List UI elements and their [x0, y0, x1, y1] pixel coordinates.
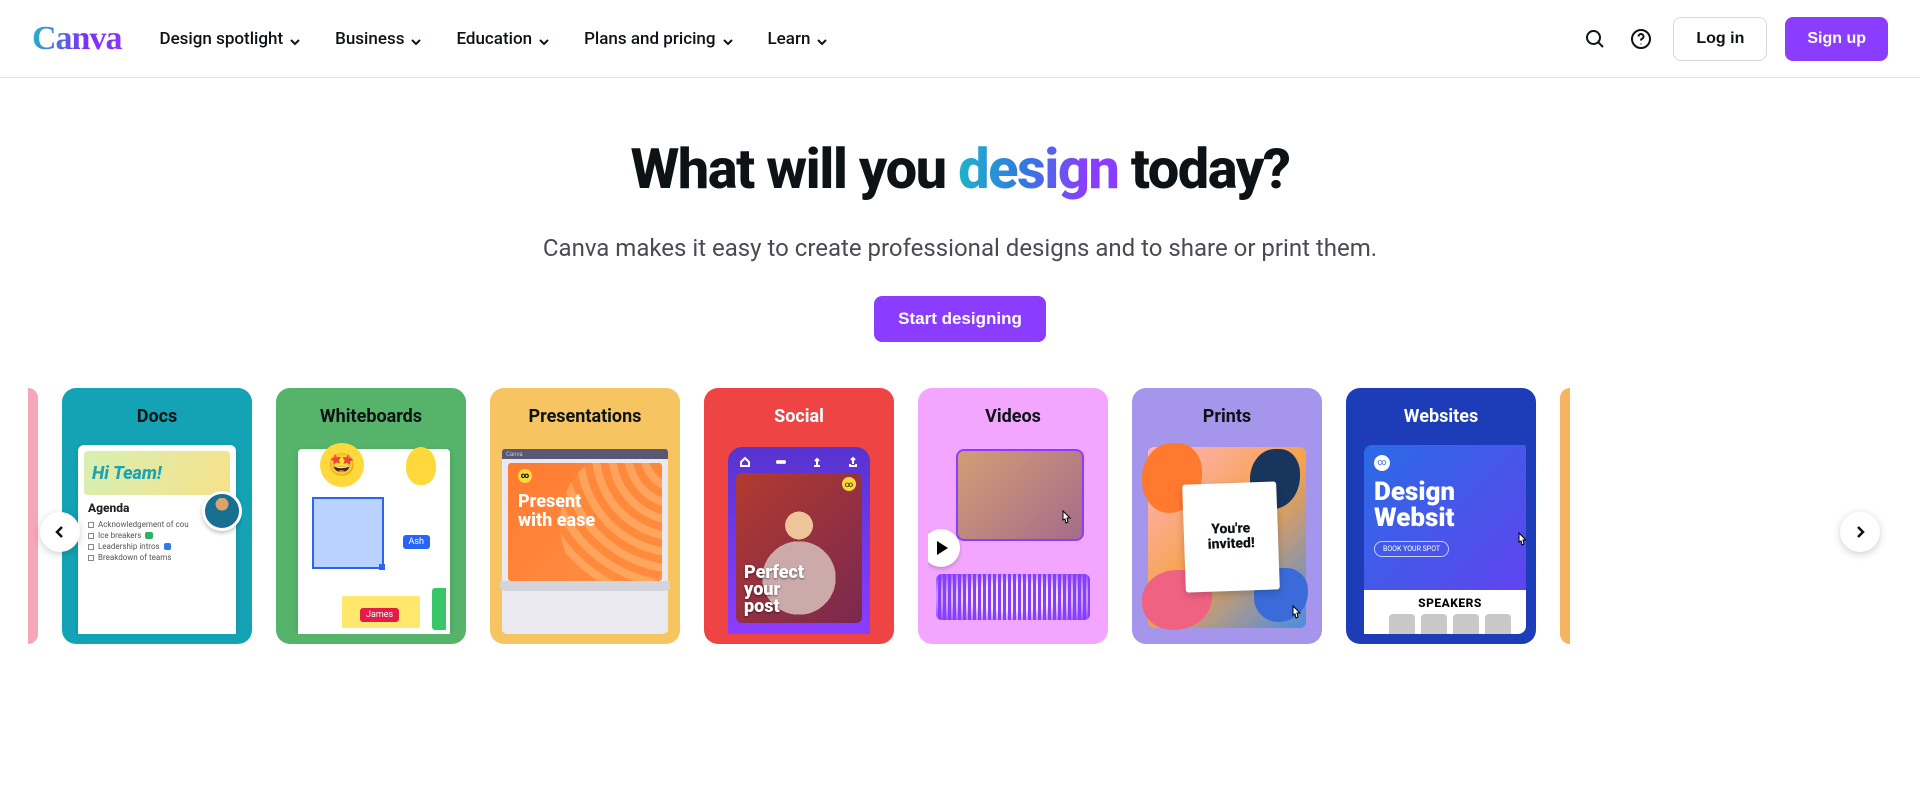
list-item: Leadership intros [98, 542, 160, 551]
video-thumbnail [956, 449, 1084, 541]
nav-label: Plans and pricing [584, 29, 715, 49]
hero-title-gradient: design [958, 136, 1118, 202]
shape [432, 588, 446, 630]
card-preview: 🤩 Ash James [286, 441, 456, 634]
logo-dot-icon: ∞ [842, 477, 856, 491]
home-icon [738, 455, 752, 469]
app-name: Canva [506, 451, 523, 458]
chevron-down-icon [538, 33, 550, 45]
nav-label: Business [335, 29, 404, 49]
card-preview: You're invited! [1142, 441, 1312, 634]
user-tag: Ash [403, 535, 430, 549]
card-peek-left[interactable] [28, 388, 38, 644]
chevron-down-icon [722, 33, 734, 45]
signup-button[interactable]: Sign up [1785, 17, 1888, 61]
cursor-icon [1512, 531, 1526, 555]
play-icon [928, 529, 960, 567]
nav-learn[interactable]: Learn [768, 29, 829, 49]
list-item: Breakdown of teams [98, 553, 171, 562]
carousel-track[interactable]: Docs Hi Team! Agenda Acknowledgement of … [0, 388, 1920, 684]
lightbulb-icon [406, 447, 436, 485]
hero-title-pre: What will you [630, 136, 958, 202]
chevron-down-icon [289, 33, 301, 45]
upload-icon [810, 455, 824, 469]
user-tag: James [360, 608, 399, 622]
slide-text: with ease [518, 512, 652, 531]
card-preview [928, 441, 1098, 634]
post-text: post [744, 598, 804, 615]
carousel-next-button[interactable] [1840, 512, 1880, 552]
docs-headline: Hi Team! [84, 451, 230, 495]
share-icon [846, 455, 860, 469]
nav-design-spotlight[interactable]: Design spotlight [159, 29, 301, 49]
cursor-icon [1286, 604, 1306, 628]
card-peek-right[interactable] [1560, 388, 1570, 644]
selection-box [312, 497, 384, 569]
logo[interactable]: Canva [32, 20, 131, 58]
card-title: Websites [1404, 406, 1478, 427]
nav-plans-pricing[interactable]: Plans and pricing [584, 29, 733, 49]
more-icon [774, 455, 788, 469]
nav-label: Learn [768, 29, 811, 49]
card-presentations[interactable]: Presentations Canva ∞ Present with ease [490, 388, 680, 644]
header-actions: Log in Sign up [1581, 17, 1888, 61]
card-whiteboards[interactable]: Whiteboards 🤩 Ash James [276, 388, 466, 644]
card-title: Videos [985, 406, 1041, 427]
website-heading: Design [1374, 479, 1526, 505]
search-icon[interactable] [1581, 25, 1609, 53]
login-button[interactable]: Log in [1673, 17, 1767, 61]
website-heading: Websit [1374, 505, 1526, 531]
nav-label: Design spotlight [159, 29, 283, 49]
logo-dot-icon: ∞ [1374, 455, 1390, 471]
pill-button: BOOK YOUR SPOT [1374, 541, 1449, 557]
site-header: Canva Design spotlight Business Educatio… [0, 0, 1920, 78]
card-websites[interactable]: Websites ∞ Design Websit BOOK YOUR SPOT … [1346, 388, 1536, 644]
card-preview: Hi Team! Agenda Acknowledgement of cou I… [72, 441, 242, 634]
card-title: Social [774, 406, 824, 427]
card-title: Prints [1203, 406, 1251, 427]
chevron-down-icon [410, 33, 422, 45]
hero-subtitle: Canva makes it easy to create profession… [20, 234, 1900, 262]
docs-agenda-label: Agenda [88, 501, 226, 515]
emoji-icon: 🤩 [320, 443, 364, 487]
main-nav: Design spotlight Business Education Plan… [159, 29, 828, 49]
audio-waveform [936, 574, 1090, 620]
card-title: Docs [137, 406, 177, 427]
card-title: Whiteboards [320, 406, 422, 427]
nav-education[interactable]: Education [456, 29, 550, 49]
card-preview: ∞ Design Websit BOOK YOUR SPOT SPEAKERS [1356, 441, 1526, 634]
card-videos[interactable]: Videos [918, 388, 1108, 644]
print-text: invited! [1207, 536, 1255, 553]
hero-title: What will you design today? [20, 136, 1900, 202]
carousel-prev-button[interactable] [40, 512, 80, 552]
card-prints[interactable]: Prints You're invited! [1132, 388, 1322, 644]
nav-business[interactable]: Business [335, 29, 422, 49]
list-item: Acknowledgement of cou [98, 520, 189, 529]
card-docs[interactable]: Docs Hi Team! Agenda Acknowledgement of … [62, 388, 252, 644]
speakers-label: SPEAKERS [1374, 596, 1526, 610]
cursor-icon [1056, 509, 1076, 533]
card-title: Presentations [529, 406, 642, 427]
chevron-down-icon [816, 33, 828, 45]
nav-label: Education [456, 29, 532, 49]
help-icon[interactable] [1627, 25, 1655, 53]
logo-dot-icon: ∞ [518, 469, 532, 483]
hero: What will you design today? Canva makes … [0, 78, 1920, 382]
card-preview: ∞ Perfect your post [714, 441, 884, 634]
card-social[interactable]: Social ∞ Perfect your [704, 388, 894, 644]
hero-title-post: today? [1118, 136, 1289, 202]
template-carousel: Docs Hi Team! Agenda Acknowledgement of … [0, 388, 1920, 684]
list-item: Ice breakers [98, 531, 141, 540]
card-preview: Canva ∞ Present with ease [500, 441, 670, 634]
start-designing-button[interactable]: Start designing [874, 296, 1046, 342]
